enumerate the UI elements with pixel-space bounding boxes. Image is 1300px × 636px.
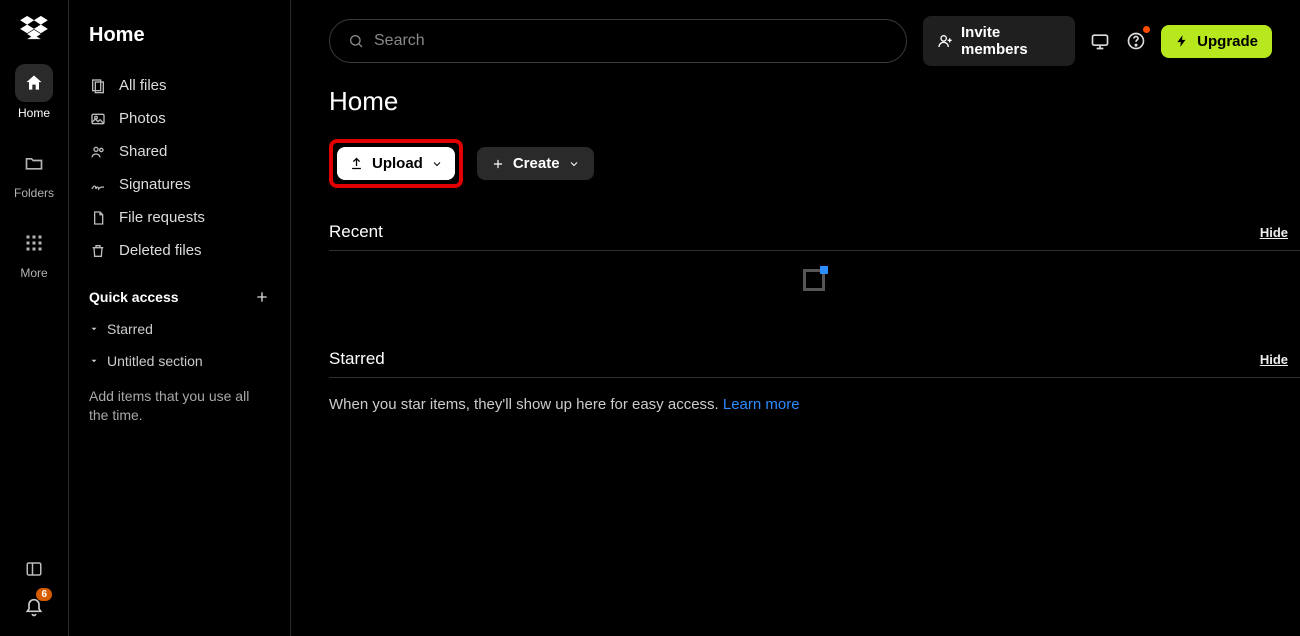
files-icon	[89, 78, 107, 94]
rail-item-more[interactable]: More	[7, 224, 61, 280]
nav-item-label: Deleted files	[119, 242, 202, 259]
folder-icon	[24, 153, 44, 173]
notifications-button[interactable]: 6	[24, 598, 44, 618]
nav-item-photos[interactable]: Photos	[69, 102, 290, 135]
sidebar-title: Home	[69, 14, 290, 69]
rail-item-label: Home	[18, 106, 50, 120]
upload-highlight: Upload	[329, 139, 463, 188]
trash-icon	[89, 243, 107, 259]
rail-item-label: Folders	[14, 186, 54, 200]
nav-item-signatures[interactable]: Signatures	[69, 168, 290, 201]
nav-item-file-requests[interactable]: File requests	[69, 201, 290, 234]
nav-item-label: Signatures	[119, 176, 191, 193]
bell-icon	[24, 598, 44, 618]
signature-icon	[89, 177, 107, 193]
nav-item-label: Photos	[119, 110, 166, 127]
rail-item-label: More	[20, 266, 47, 280]
quick-access-title: Quick access	[89, 289, 179, 305]
nav-item-label: All files	[119, 77, 167, 94]
upload-icon	[349, 156, 364, 171]
chevron-down-icon	[568, 158, 580, 170]
dropbox-logo-icon[interactable]	[20, 16, 48, 40]
search-box[interactable]	[329, 19, 907, 63]
quick-access-section-untitled[interactable]: Untitled section	[69, 345, 290, 377]
loading-indicator-icon	[803, 269, 825, 291]
add-quick-access-button[interactable]	[254, 289, 270, 305]
search-input[interactable]	[374, 32, 888, 50]
person-add-icon	[937, 33, 953, 49]
panel-toggle-icon[interactable]	[25, 560, 43, 578]
image-icon	[89, 111, 107, 127]
main-area: Invite members Upgrade Home Upload	[291, 0, 1300, 636]
starred-section: Starred Hide When you star items, they'l…	[329, 349, 1300, 413]
present-button[interactable]	[1089, 29, 1111, 53]
nav-item-shared[interactable]: Shared	[69, 135, 290, 168]
chevron-down-icon	[89, 324, 99, 334]
notification-dot	[1143, 26, 1150, 33]
rail-item-home[interactable]: Home	[7, 64, 61, 120]
chevron-down-icon	[89, 356, 99, 366]
nav-item-label: File requests	[119, 209, 205, 226]
starred-title: Starred	[329, 349, 385, 369]
create-button[interactable]: Create	[477, 147, 594, 180]
recent-section: Recent Hide	[329, 222, 1300, 315]
screen-icon	[1090, 31, 1110, 51]
help-icon	[1126, 31, 1146, 51]
grid-icon	[25, 234, 43, 252]
quick-access-section-starred[interactable]: Starred	[69, 313, 290, 345]
upgrade-button[interactable]: Upgrade	[1161, 25, 1272, 58]
plus-icon	[491, 157, 505, 171]
app-rail: Home Folders More 6	[0, 0, 69, 636]
nav-item-deleted-files[interactable]: Deleted files	[69, 234, 290, 267]
invite-members-button[interactable]: Invite members	[923, 16, 1075, 66]
home-icon	[24, 73, 44, 93]
rail-item-folders[interactable]: Folders	[7, 144, 61, 200]
nav-item-label: Shared	[119, 143, 167, 160]
recent-hide-link[interactable]: Hide	[1260, 225, 1288, 240]
quick-access-section-label: Untitled section	[107, 353, 203, 369]
upload-button[interactable]: Upload	[337, 147, 455, 180]
invite-label: Invite members	[961, 24, 1061, 58]
recent-title: Recent	[329, 222, 383, 242]
file-icon	[89, 210, 107, 226]
upgrade-label: Upgrade	[1197, 33, 1258, 50]
quick-access-hint: Add items that you use all the time.	[69, 377, 290, 425]
learn-more-link[interactable]: Learn more	[723, 396, 800, 413]
notification-badge: 6	[36, 588, 52, 601]
upload-label: Upload	[372, 155, 423, 172]
sidebar: Home All files Photos Shared Signatures …	[69, 0, 291, 636]
starred-empty-text: When you star items, they'll show up her…	[329, 396, 723, 413]
search-icon	[348, 33, 364, 49]
quick-access-section-label: Starred	[107, 321, 153, 337]
create-label: Create	[513, 155, 560, 172]
nav-item-all-files[interactable]: All files	[69, 69, 290, 102]
chevron-down-icon	[431, 158, 443, 170]
people-icon	[89, 144, 107, 160]
starred-hide-link[interactable]: Hide	[1260, 352, 1288, 367]
bolt-icon	[1175, 34, 1189, 48]
help-button[interactable]	[1125, 29, 1147, 53]
page-title: Home	[329, 86, 1300, 117]
topbar: Invite members Upgrade	[291, 0, 1300, 76]
